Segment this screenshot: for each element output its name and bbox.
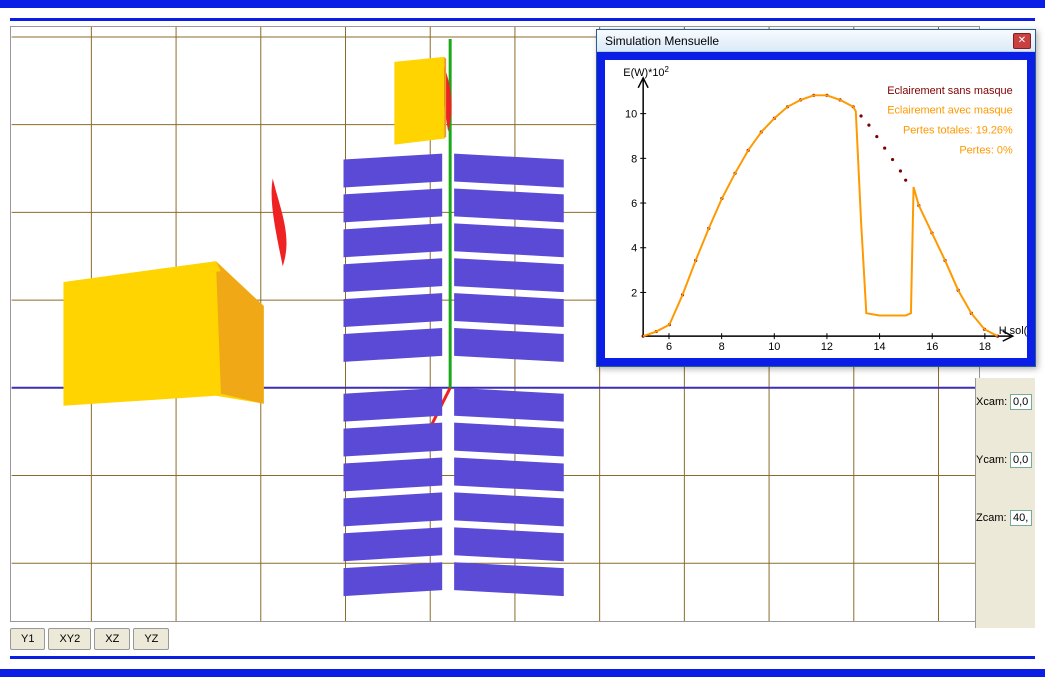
bottom-separator bbox=[10, 656, 1035, 659]
svg-text:12: 12 bbox=[821, 341, 833, 353]
ycam-input[interactable] bbox=[1010, 452, 1032, 468]
close-icon[interactable]: ✕ bbox=[1013, 33, 1031, 49]
svg-text:6: 6 bbox=[631, 198, 637, 210]
zcam-input[interactable] bbox=[1010, 510, 1032, 526]
svg-text:10: 10 bbox=[625, 109, 637, 121]
svg-text:18: 18 bbox=[979, 341, 991, 353]
xcam-input[interactable] bbox=[1010, 394, 1032, 410]
svg-text:10: 10 bbox=[768, 341, 780, 353]
chart-svg: 10 8 6 4 2 6 8 10 12 14 16 18 E(W)*102 H… bbox=[605, 60, 1027, 358]
popup-body: 10 8 6 4 2 6 8 10 12 14 16 18 E(W)*102 H… bbox=[597, 52, 1035, 366]
svg-text:8: 8 bbox=[719, 341, 725, 353]
popup-titlebar[interactable]: Simulation Mensuelle ✕ bbox=[597, 30, 1035, 52]
svg-text:2: 2 bbox=[631, 287, 637, 299]
svg-text:14: 14 bbox=[874, 341, 886, 353]
legend-sans: Eclairement sans masque bbox=[887, 85, 1012, 97]
view-buttons: Y1 XY2 XZ YZ bbox=[10, 628, 169, 650]
zcam-label: Zcam: bbox=[976, 512, 1006, 524]
svg-text:16: 16 bbox=[926, 341, 938, 353]
view-yz-button[interactable]: YZ bbox=[133, 628, 169, 650]
svg-text:8: 8 bbox=[631, 153, 637, 165]
legend-avec: Eclairement avec masque bbox=[887, 105, 1012, 117]
legend-pertes: Pertes: 0% bbox=[959, 144, 1013, 156]
view-xz-button[interactable]: XZ bbox=[94, 628, 130, 650]
popup-title: Simulation Mensuelle bbox=[601, 34, 1013, 48]
svg-text:H sol(h): H sol(h) bbox=[999, 325, 1027, 337]
panel-array bbox=[344, 154, 564, 597]
ycam-label: Ycam: bbox=[976, 454, 1006, 466]
svg-text:4: 4 bbox=[631, 243, 637, 255]
yellow-block-small bbox=[394, 57, 446, 145]
legend-pertes-tot: Pertes totales: 19.26% bbox=[903, 125, 1013, 137]
yellow-block-large bbox=[63, 261, 263, 406]
camera-panel: Xcam: Ycam: Zcam: bbox=[975, 378, 1035, 628]
svg-text:6: 6 bbox=[666, 341, 672, 353]
simulation-popup[interactable]: Simulation Mensuelle ✕ 10 8 6 4 2 bbox=[596, 29, 1036, 367]
top-separator bbox=[10, 18, 1035, 21]
xcam-label: Xcam: bbox=[976, 396, 1006, 408]
view-y1-button[interactable]: Y1 bbox=[10, 628, 45, 650]
view-xy2-button[interactable]: XY2 bbox=[48, 628, 91, 650]
svg-text:E(W)*102: E(W)*102 bbox=[623, 65, 669, 79]
